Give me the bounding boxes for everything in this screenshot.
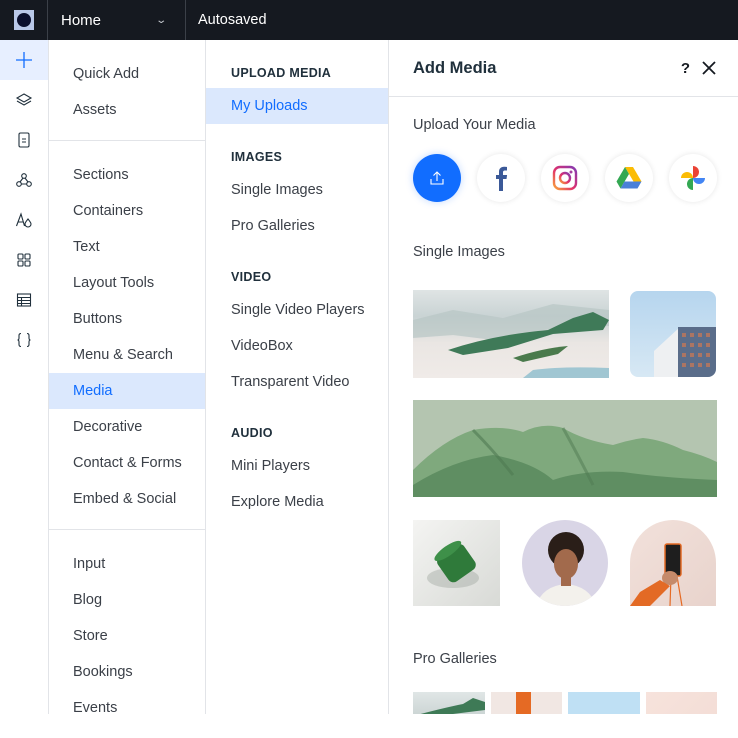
phone-in-hand-image[interactable]	[630, 520, 716, 606]
category-store[interactable]: Store	[49, 618, 205, 654]
category-layout-tools[interactable]: Layout Tools	[49, 265, 205, 301]
top-bar: Home ⌄ Autosaved	[0, 0, 738, 40]
plus-icon	[16, 52, 32, 68]
gallery-sky-image[interactable]	[568, 692, 640, 714]
submenu-section: UPLOAD MEDIA My Uploads	[206, 40, 388, 124]
category-list: Quick Add Assets Sections Containers Tex…	[49, 40, 206, 716]
pages-button[interactable]	[0, 120, 48, 160]
submenu-videobox[interactable]: VideoBox	[206, 328, 388, 364]
gallery-orange-image[interactable]	[491, 692, 562, 714]
google-drive-icon	[616, 167, 642, 189]
page-icon	[18, 132, 30, 148]
panel-header: Add Media ?	[389, 40, 738, 97]
google-photos-button[interactable]	[669, 154, 717, 202]
add-media-panel: Add Media ? Upload Your Media Single Ima…	[389, 40, 738, 714]
submenu-mini-players[interactable]: Mini Players	[206, 448, 388, 484]
chevron-down-icon: ⌄	[154, 14, 167, 26]
snowy-mountains-image[interactable]	[413, 290, 609, 378]
category-bookings[interactable]: Bookings	[49, 654, 205, 690]
submenu-section: IMAGES Single Images Pro Galleries	[206, 124, 388, 244]
category-buttons[interactable]: Buttons	[49, 301, 205, 337]
submenu-my-uploads[interactable]: My Uploads	[206, 88, 388, 124]
facebook-button[interactable]	[477, 154, 525, 202]
app-market-icon	[17, 253, 31, 267]
gallery-mountains-image[interactable]	[413, 692, 485, 714]
app-market-button[interactable]	[0, 240, 48, 280]
media-submenu: UPLOAD MEDIA My Uploads IMAGES Single Im…	[206, 40, 389, 714]
close-icon[interactable]	[700, 59, 718, 77]
code-braces-icon	[17, 332, 31, 348]
page-selector-label: Home	[61, 11, 102, 29]
submenu-heading: AUDIO	[231, 426, 273, 440]
submenu-transparent-video[interactable]: Transparent Video	[206, 364, 388, 400]
apps-button[interactable]	[0, 160, 48, 200]
pro-galleries-label: Pro Galleries	[413, 651, 497, 667]
apps-graph-icon	[16, 173, 32, 187]
facebook-icon	[496, 166, 508, 191]
category-quick-add[interactable]: Quick Add	[49, 56, 205, 92]
category-group: Input Blog Store Bookings Events	[49, 530, 205, 738]
submenu-section: VIDEO Single Video Players VideoBox Tran…	[206, 244, 388, 400]
category-input[interactable]: Input	[49, 546, 205, 582]
green-jar-image[interactable]	[413, 520, 500, 606]
category-menu-search[interactable]: Menu & Search	[49, 337, 205, 373]
google-drive-button[interactable]	[605, 154, 653, 202]
upload-section-label: Upload Your Media	[413, 117, 536, 133]
submenu-heading: VIDEO	[231, 270, 272, 284]
cms-button[interactable]	[0, 280, 48, 320]
category-group: Quick Add Assets	[49, 40, 205, 141]
category-blog[interactable]: Blog	[49, 582, 205, 618]
submenu-explore-media[interactable]: Explore Media	[206, 484, 388, 520]
category-media[interactable]: Media	[49, 373, 205, 409]
upload-sources	[389, 154, 738, 202]
gallery-pink-image[interactable]	[646, 692, 717, 714]
upload-icon	[430, 171, 444, 185]
submenu-single-video-players[interactable]: Single Video Players	[206, 292, 388, 328]
instagram-button[interactable]	[541, 154, 589, 202]
theme-button[interactable]	[0, 200, 48, 240]
submenu-heading: UPLOAD MEDIA	[231, 66, 332, 80]
page-selector[interactable]: Home ⌄	[48, 0, 186, 40]
autosave-status: Autosaved	[198, 12, 267, 28]
category-events[interactable]: Events	[49, 690, 205, 726]
category-text[interactable]: Text	[49, 229, 205, 265]
theme-icon	[15, 212, 32, 228]
submenu-heading: IMAGES	[231, 150, 283, 164]
layers-icon	[15, 93, 33, 106]
wix-logo-icon[interactable]	[0, 0, 48, 40]
category-sections[interactable]: Sections	[49, 157, 205, 193]
submenu-pro-galleries[interactable]: Pro Galleries	[206, 208, 388, 244]
help-button[interactable]: ?	[681, 60, 690, 77]
category-decorative[interactable]: Decorative	[49, 409, 205, 445]
left-rail	[0, 40, 49, 714]
category-embed-social[interactable]: Embed & Social	[49, 481, 205, 517]
category-assets[interactable]: Assets	[49, 92, 205, 128]
category-containers[interactable]: Containers	[49, 193, 205, 229]
layers-button[interactable]	[0, 80, 48, 120]
category-contact-forms[interactable]: Contact & Forms	[49, 445, 205, 481]
table-icon	[16, 293, 32, 307]
panel-title: Add Media	[413, 58, 497, 77]
google-photos-icon	[681, 166, 705, 190]
single-images-label: Single Images	[413, 244, 505, 260]
submenu-single-images[interactable]: Single Images	[206, 172, 388, 208]
upload-button[interactable]	[413, 154, 461, 202]
add-elements-button[interactable]	[0, 40, 48, 80]
woman-portrait-image[interactable]	[522, 520, 608, 606]
office-building-image[interactable]	[630, 291, 716, 377]
green-fabric-image[interactable]	[413, 400, 717, 497]
submenu-section: AUDIO Mini Players Explore Media	[206, 400, 388, 520]
code-button[interactable]	[0, 320, 48, 360]
instagram-icon	[552, 165, 578, 191]
category-group: Sections Containers Text Layout Tools Bu…	[49, 141, 205, 530]
